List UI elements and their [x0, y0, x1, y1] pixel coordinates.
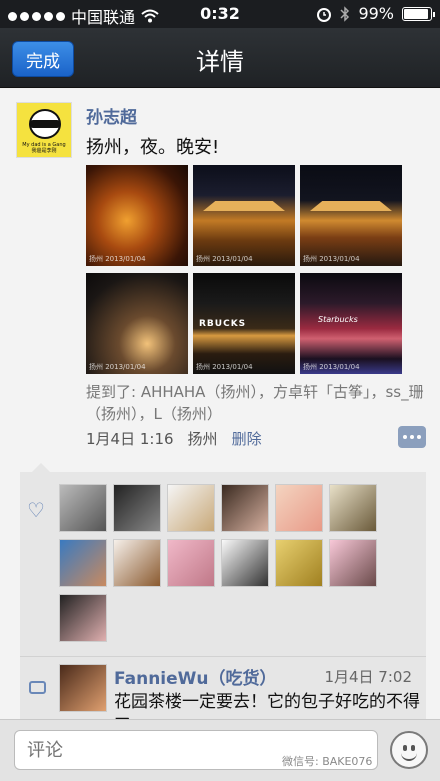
- bluetooth-icon: [340, 5, 350, 22]
- liker-avatar[interactable]: [59, 594, 107, 642]
- comment-text: 花园茶楼一定要去！它的包子好吃的不得了。: [114, 692, 420, 719]
- battery-percent: 99%: [358, 4, 394, 23]
- mentions-text[interactable]: 提到了: AHHAHA（扬州），方卓轩「古筝」，ss_珊（扬州），L（扬州）: [86, 381, 426, 425]
- liker-avatar[interactable]: [167, 539, 215, 587]
- author-name[interactable]: 孙志超: [86, 103, 137, 128]
- liker-avatar[interactable]: [329, 484, 377, 532]
- comment-action-icon[interactable]: [398, 426, 426, 448]
- delete-link[interactable]: 删除: [232, 428, 262, 449]
- sunglasses-icon: [30, 120, 60, 128]
- liker-avatar[interactable]: [329, 539, 377, 587]
- photo-caption: 扬州 2013/01/04: [89, 363, 146, 371]
- battery-fill: [404, 8, 428, 19]
- pavilion-roof: [203, 201, 285, 211]
- liker-avatar[interactable]: [113, 539, 161, 587]
- battery-icon: [402, 6, 435, 21]
- commenter-name[interactable]: FannieWu（吃货）: [114, 664, 277, 689]
- avatar-caption: My dad is a Gang 我爸是李刚: [17, 142, 71, 154]
- post-date: 1月4日 1:16: [86, 430, 174, 448]
- liker-avatars: [59, 484, 389, 642]
- page-title: 详情: [196, 48, 244, 76]
- comment-time: 1月4日 7:02: [324, 668, 412, 686]
- liker-avatar[interactable]: [59, 539, 107, 587]
- nav-bar: 完成 详情: [0, 28, 440, 88]
- photo-grid: 扬州 2013/01/04 扬州 2013/01/04 扬州 2013/01/0…: [86, 165, 402, 375]
- post-meta: 1月4日 1:16 扬州 删除: [86, 428, 262, 449]
- shop-sign: Starbucks: [318, 315, 358, 324]
- liker-avatar[interactable]: [221, 484, 269, 532]
- comment-bubble-icon: [29, 681, 46, 694]
- heart-icon: ♡: [27, 498, 45, 522]
- photo-thumbnail[interactable]: 扬州 2013/01/04: [300, 165, 402, 266]
- photo-thumbnail[interactable]: RBUCKS 扬州 2013/01/04: [193, 273, 295, 374]
- likes-section: ♡: [20, 463, 426, 656]
- watermark: 微信号: BAKE076: [282, 755, 373, 768]
- photo-thumbnail[interactable]: 扬州 2013/01/04: [86, 273, 188, 374]
- liker-avatar[interactable]: [59, 484, 107, 532]
- photo-caption: 扬州 2013/01/04: [196, 363, 253, 371]
- comment-input-bar: 微信号: BAKE076: [0, 719, 440, 781]
- photo-thumbnail[interactable]: 扬州 2013/01/04: [193, 165, 295, 266]
- post-location[interactable]: 扬州: [188, 428, 218, 449]
- liker-avatar[interactable]: [275, 539, 323, 587]
- alarm-icon: [317, 7, 332, 22]
- author-avatar[interactable]: My dad is a Gang 我爸是李刚: [16, 102, 72, 158]
- shop-sign: RBUCKS: [199, 319, 247, 329]
- commenter-avatar[interactable]: [59, 664, 107, 712]
- photo-caption: 扬州 2013/01/04: [303, 363, 360, 371]
- post-detail[interactable]: My dad is a Gang 我爸是李刚 孙志超 扬州，夜。晚安! 扬州 2…: [0, 89, 440, 719]
- pavilion-roof: [310, 201, 392, 211]
- liker-avatar[interactable]: [167, 484, 215, 532]
- emoji-icon[interactable]: [390, 731, 428, 769]
- photo-caption: 扬州 2013/01/04: [196, 255, 253, 263]
- liker-avatar[interactable]: [221, 539, 269, 587]
- comment-item[interactable]: FannieWu（吃货） 1月4日 7:02 花园茶楼一定要去！它的包子好吃的不…: [20, 656, 426, 719]
- photo-thumbnail[interactable]: 扬州 2013/01/04: [86, 165, 188, 266]
- post-text: 扬州，夜。晚安!: [86, 137, 220, 158]
- liker-avatar[interactable]: [275, 484, 323, 532]
- photo-thumbnail[interactable]: Starbucks 扬州 2013/01/04: [300, 273, 402, 374]
- avatar-caption-line2: 我爸是李刚: [31, 148, 57, 154]
- photo-caption: 扬州 2013/01/04: [303, 255, 360, 263]
- status-right: 99%: [316, 4, 435, 23]
- photo-caption: 扬州 2013/01/04: [89, 255, 146, 263]
- liker-avatar[interactable]: [113, 484, 161, 532]
- status-bar: 中国联通 0:32 99%: [0, 0, 440, 28]
